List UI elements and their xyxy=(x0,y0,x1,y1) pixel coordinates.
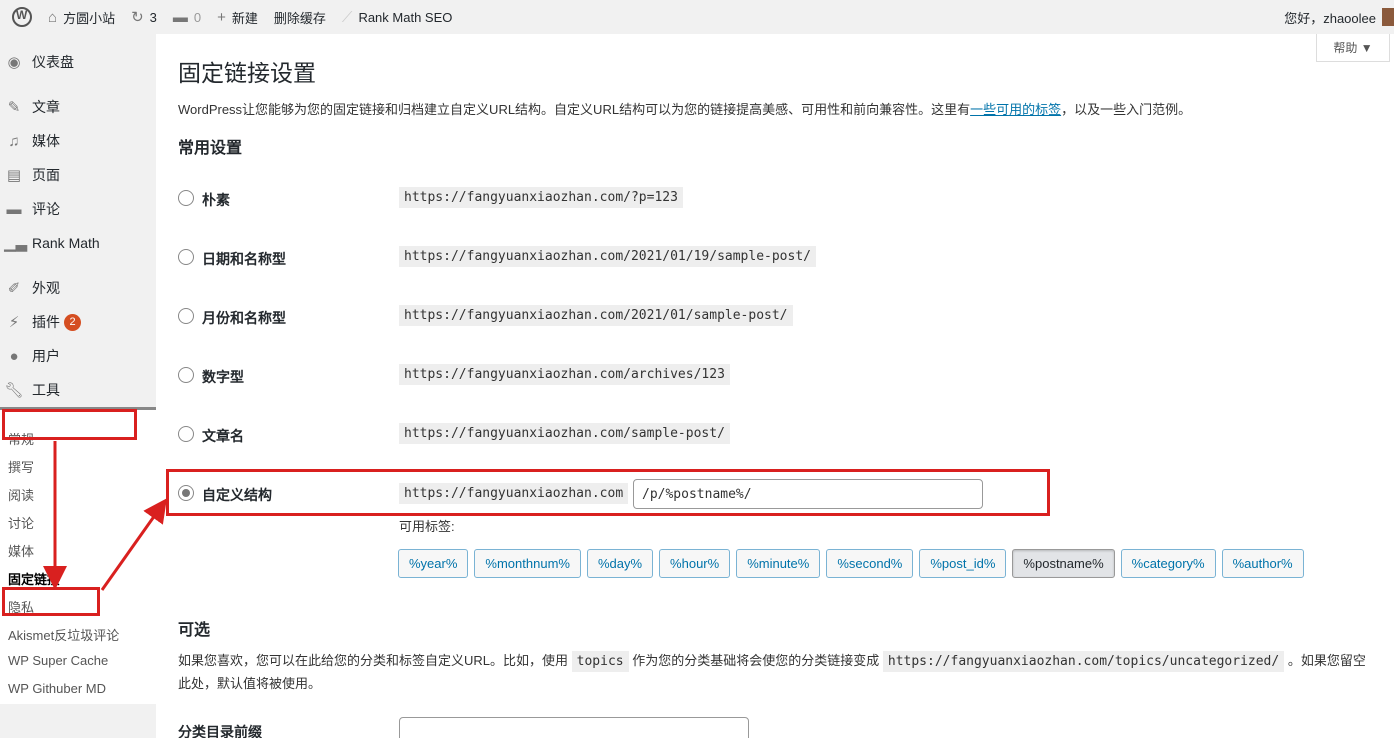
wrench-icon: 🔧︎ xyxy=(4,382,24,399)
refresh-icon: ↻ xyxy=(131,9,144,26)
rankmath-seo-link[interactable]: ⟋ Rank Math SEO xyxy=(334,0,460,34)
submenu-permalinks[interactable]: 固定链接 xyxy=(8,569,60,588)
page-icon: ▤ xyxy=(6,167,22,184)
url-example-post-name: https://fangyuanxiaozhan.com/sample-post… xyxy=(399,423,730,444)
admin-bar: ⌂ 方圆小站 ↻ 3 ▬ 0 + 新建 删除缓存 ⟋ Rank Math SEO… xyxy=(0,0,1394,34)
media-icon: ♫ xyxy=(8,132,20,150)
intro-text: WordPress让您能够为您的固定链接和归档建立自定义URL结构。自定义URL… xyxy=(178,102,1192,117)
option-label-plain: 朴素 xyxy=(202,192,230,208)
common-settings-heading: 常用设置 xyxy=(178,140,243,157)
menu-item-tools[interactable]: 🔧︎ 工具 xyxy=(0,373,156,407)
menu-item-users[interactable]: ● 用户 xyxy=(0,339,156,373)
updates-link[interactable]: ↻ 3 xyxy=(123,0,165,34)
page-title: 固定链接设置 xyxy=(178,60,316,86)
new-content-link[interactable]: + 新建 xyxy=(209,0,266,34)
url-example-day-name: https://fangyuanxiaozhan.com/2021/01/19/… xyxy=(399,246,816,267)
radio-numeric[interactable] xyxy=(178,367,194,383)
user-icon: ● xyxy=(9,347,19,365)
submenu-general[interactable]: 常规 xyxy=(8,429,34,448)
chart-icon: ▁▃ xyxy=(4,235,28,252)
code-example-url: https://fangyuanxiaozhan.com/topics/unca… xyxy=(882,651,1285,672)
plugin-update-badge: 2 xyxy=(64,313,81,331)
custom-structure-input[interactable]: /p/%postname%/ xyxy=(633,479,983,509)
brush-icon: ✐ xyxy=(7,280,21,297)
submenu-wp-super-cache[interactable]: WP Super Cache xyxy=(8,653,108,668)
avatar xyxy=(1382,8,1394,26)
comments-link[interactable]: ▬ 0 xyxy=(165,0,209,34)
available-tags-label: 可用标签: xyxy=(399,519,455,534)
category-base-label: 分类目录前缀 xyxy=(178,724,262,738)
submenu-wp-githuber-md[interactable]: WP Githuber MD xyxy=(8,681,106,696)
option-label-month-name: 月份和名称型 xyxy=(202,310,286,326)
settings-submenu: 常规 撰写 阅读 讨论 媒体 固定链接 隐私 Akismet反垃圾评论 WP S… xyxy=(0,410,156,704)
submenu-privacy[interactable]: 隐私 xyxy=(8,597,34,616)
tag-button-hour[interactable]: %hour% xyxy=(659,549,731,578)
option-label-numeric: 数字型 xyxy=(202,369,244,385)
tag-button-author[interactable]: %author% xyxy=(1221,549,1304,578)
tag-button-postname[interactable]: %postname% xyxy=(1012,549,1115,578)
main-content: 帮助 ▼ 固定链接设置 WordPress让您能够为您的固定链接和归档建立自定义… xyxy=(156,34,1394,738)
tag-button-category[interactable]: %category% xyxy=(1120,549,1216,578)
option-label-custom-structure: 自定义结构 xyxy=(202,487,272,503)
submenu-akismet[interactable]: Akismet反垃圾评论 xyxy=(8,625,119,644)
radio-day-name[interactable] xyxy=(178,249,194,265)
rankmath-icon: ⟋ xyxy=(341,8,353,26)
url-prefix-custom: https://fangyuanxiaozhan.com xyxy=(399,483,629,504)
admin-sidebar: ◉ 仪表盘 ✎ 文章 ♫ 媒体 ▤ 页面 ▬ 评论 ▁▃ Rank Math ✐ 外观 ⚡ 插件… xyxy=(0,34,156,738)
tag-button-minute[interactable]: %minute% xyxy=(736,549,821,578)
help-button[interactable]: 帮助 ▼ xyxy=(1316,34,1390,62)
menu-item-dashboard[interactable]: ◉ 仪表盘 xyxy=(0,45,156,79)
structure-tag-buttons: %year% %monthnum% %day% %hour% %minute% … xyxy=(398,549,1304,578)
pin-icon: ✎ xyxy=(7,99,21,116)
optional-description: 如果您喜欢，您可以在此给您的分类和标签自定义URL。比如，使用 topics 作… xyxy=(178,651,1366,691)
option-label-day-name: 日期和名称型 xyxy=(202,251,286,267)
tag-button-post-id[interactable]: %post_id% xyxy=(919,549,1007,578)
comment-icon: ▬ xyxy=(6,200,22,218)
tag-button-monthnum[interactable]: %monthnum% xyxy=(474,549,581,578)
submenu-discussion[interactable]: 讨论 xyxy=(8,513,34,532)
url-example-month-name: https://fangyuanxiaozhan.com/2021/01/sam… xyxy=(399,305,793,326)
menu-item-pages[interactable]: ▤ 页面 xyxy=(0,158,156,192)
dashboard-icon: ◉ xyxy=(7,54,21,71)
plus-icon: + xyxy=(217,8,226,26)
menu-item-plugins[interactable]: ⚡ 插件 2 xyxy=(0,305,156,339)
clear-cache-link[interactable]: 删除缓存 xyxy=(266,0,334,34)
code-topics: topics xyxy=(571,651,629,672)
submenu-media[interactable]: 媒体 xyxy=(8,541,34,560)
tag-button-second[interactable]: %second% xyxy=(826,549,914,578)
submenu-writing[interactable]: 撰写 xyxy=(8,457,34,476)
user-account-link[interactable]: 您好，zhaoolee xyxy=(1276,0,1394,34)
available-tags-link[interactable]: 一些可用的标签 xyxy=(970,102,1061,117)
url-example-plain: https://fangyuanxiaozhan.com/?p=123 xyxy=(399,187,683,208)
menu-item-posts[interactable]: ✎ 文章 xyxy=(0,90,156,124)
menu-item-rankmath[interactable]: ▁▃ Rank Math xyxy=(0,226,156,260)
tag-button-day[interactable]: %day% xyxy=(586,549,654,578)
menu-item-media[interactable]: ♫ 媒体 xyxy=(0,124,156,158)
comment-icon: ▬ xyxy=(172,8,188,26)
menu-item-appearance[interactable]: ✐ 外观 xyxy=(0,271,156,305)
option-label-post-name: 文章名 xyxy=(202,428,244,444)
optional-heading: 可选 xyxy=(178,622,211,639)
site-name-link[interactable]: ⌂ 方圆小站 xyxy=(40,0,123,34)
tag-button-year[interactable]: %year% xyxy=(398,549,469,578)
url-example-numeric: https://fangyuanxiaozhan.com/archives/12… xyxy=(399,364,730,385)
home-icon: ⌂ xyxy=(48,8,58,26)
radio-month-name[interactable] xyxy=(178,308,194,324)
radio-custom-structure[interactable] xyxy=(178,485,194,501)
wordpress-logo-icon[interactable] xyxy=(0,0,40,34)
radio-plain[interactable] xyxy=(178,190,194,206)
menu-item-comments[interactable]: ▬ 评论 xyxy=(0,192,156,226)
plugin-icon: ⚡ xyxy=(8,314,20,331)
submenu-reading[interactable]: 阅读 xyxy=(8,485,34,504)
radio-post-name[interactable] xyxy=(178,426,194,442)
category-base-input[interactable] xyxy=(399,717,749,738)
